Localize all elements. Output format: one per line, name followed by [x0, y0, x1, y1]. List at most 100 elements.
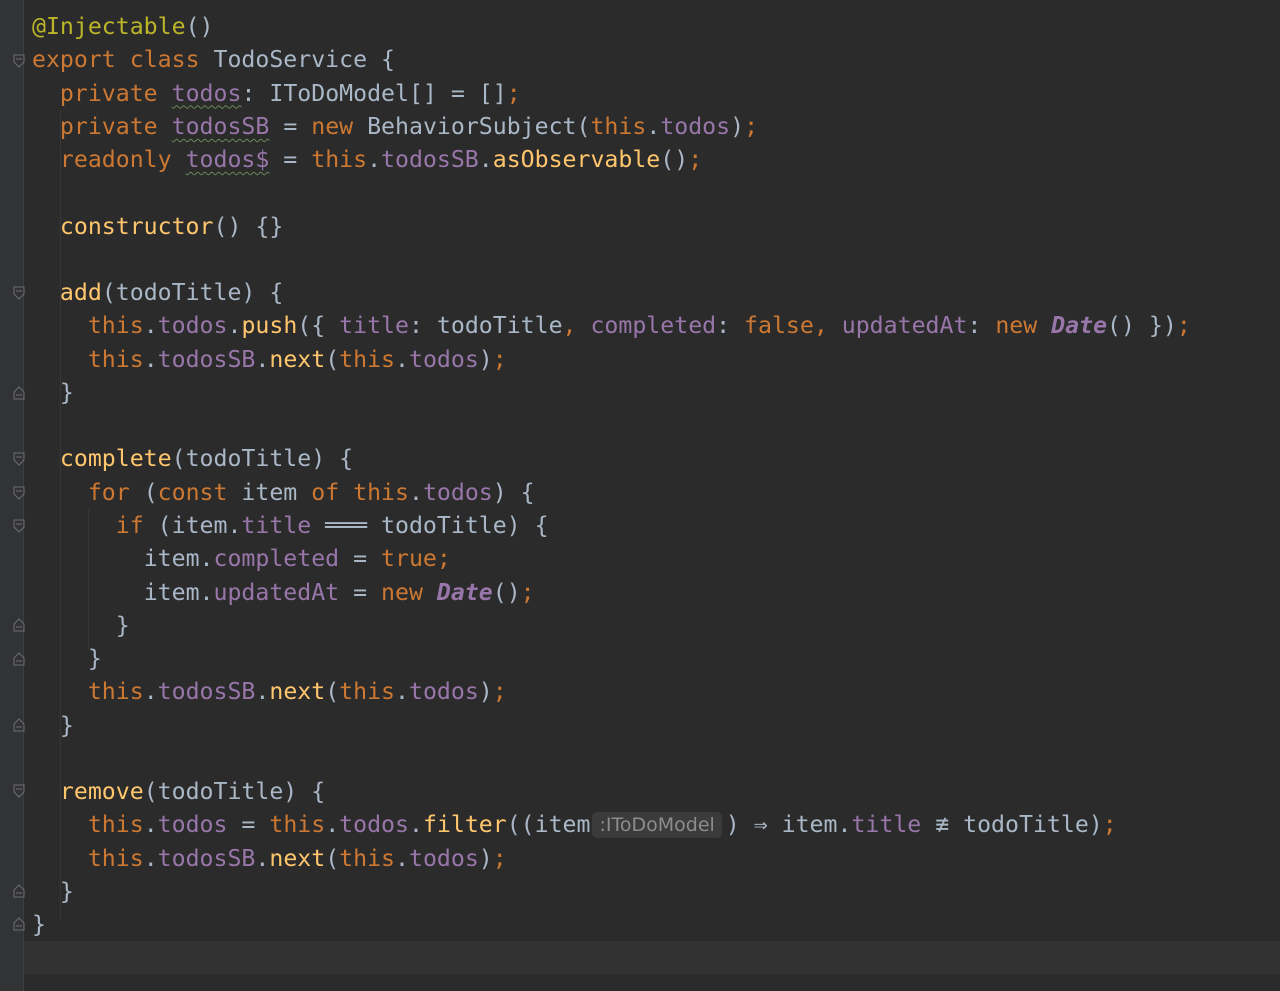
- code-token: ) {: [492, 478, 535, 506]
- field-token: updatedAt: [841, 312, 968, 340]
- code-token: :: [716, 312, 745, 340]
- semicolon-token: ;: [492, 678, 507, 706]
- code-line[interactable]: this.todosSB.next(this.todos);: [32, 343, 1280, 376]
- code-line-empty[interactable]: [32, 409, 1280, 442]
- keyword-token: new: [381, 578, 423, 606]
- code-line[interactable]: item.updatedAt = new Date();: [32, 576, 1280, 609]
- code-line[interactable]: if (item.title ═══ todoTitle) {: [32, 509, 1280, 542]
- code-token: item.: [143, 578, 214, 606]
- code-line[interactable]: }: [32, 875, 1280, 908]
- code-token: () {}: [213, 212, 284, 240]
- semicolon-token: ;: [506, 79, 521, 107]
- code-line[interactable]: }: [32, 609, 1280, 642]
- semicolon-token: ;: [744, 112, 759, 140]
- code-token: .: [395, 345, 409, 373]
- field-token: title: [851, 811, 922, 839]
- code-token: .: [143, 678, 158, 706]
- code-line[interactable]: this.todosSB.next(this.todos);: [32, 842, 1280, 875]
- semicolon-token: ;: [688, 146, 703, 174]
- field-token: todosSB: [157, 345, 256, 373]
- code-token: TodoService {: [199, 46, 396, 74]
- code-token: =: [269, 112, 312, 140]
- keyword-token: this: [87, 345, 144, 373]
- code-token: todoTitle): [963, 811, 1103, 839]
- code-line[interactable]: remove(todoTitle) {: [32, 775, 1280, 808]
- field-token: todosSB: [171, 112, 270, 140]
- brace-token: }: [115, 611, 130, 639]
- code-token: ) ⇒ item.: [725, 811, 852, 839]
- code-token: (todoTitle) {: [101, 279, 284, 307]
- code-token: (): [492, 578, 521, 606]
- keyword-token: true: [381, 545, 437, 573]
- fold-open-icon[interactable]: [13, 452, 25, 466]
- code-line[interactable]: }: [32, 376, 1280, 409]
- code-token: :: [967, 312, 996, 340]
- code-line[interactable]: }: [32, 642, 1280, 675]
- code-token: .: [325, 811, 340, 839]
- fold-open-icon[interactable]: [13, 519, 25, 533]
- code-token: =: [339, 578, 382, 606]
- keyword-token: ,: [562, 312, 591, 340]
- code-token: .: [255, 844, 270, 872]
- code-token: .: [367, 146, 382, 174]
- code-line[interactable]: add(todoTitle) {: [32, 276, 1280, 309]
- code-token: .: [255, 345, 270, 373]
- fold-close-icon[interactable]: [13, 618, 25, 632]
- fold-open-icon[interactable]: [13, 54, 25, 68]
- fold-close-icon[interactable]: [13, 917, 25, 931]
- code-line-empty[interactable]: [32, 176, 1280, 209]
- class-token: Date: [436, 578, 493, 606]
- code-line[interactable]: complete(todoTitle) {: [32, 442, 1280, 475]
- code-line[interactable]: this.todosSB.next(this.todos);: [32, 675, 1280, 708]
- keyword-token: const: [157, 478, 228, 506]
- code-line[interactable]: }: [32, 709, 1280, 742]
- code-line[interactable]: readonly todos$ = this.todosSB.asObserva…: [32, 143, 1280, 176]
- code-line[interactable]: constructor() {}: [32, 210, 1280, 243]
- code-line[interactable]: for (const item of this.todos) {: [32, 476, 1280, 509]
- fold-open-icon[interactable]: [13, 784, 25, 798]
- fold-close-icon[interactable]: [13, 884, 25, 898]
- code-token: =: [227, 811, 270, 839]
- code-token: .: [227, 312, 242, 340]
- field-token: todos: [408, 345, 479, 373]
- field-token: todos: [157, 811, 228, 839]
- fold-open-icon[interactable]: [13, 486, 25, 500]
- keyword-token: this: [339, 345, 396, 373]
- code-line[interactable]: item.completed = true;: [32, 542, 1280, 575]
- code-editor[interactable]: @Injectable() export class TodoService {…: [32, 10, 1280, 941]
- field-token: todos: [422, 478, 493, 506]
- keyword-token: this: [87, 312, 144, 340]
- code-line[interactable]: @Injectable(): [32, 10, 1280, 43]
- operator-token: ≢: [921, 811, 964, 839]
- code-line[interactable]: private todosSB = new BehaviorSubject(th…: [32, 110, 1280, 143]
- field-token: todos: [408, 844, 479, 872]
- code-token: (: [325, 678, 340, 706]
- function-token: next: [269, 844, 326, 872]
- code-line-empty[interactable]: [32, 742, 1280, 775]
- code-line-empty[interactable]: [32, 243, 1280, 276]
- fold-open-icon[interactable]: [13, 286, 25, 300]
- code-line[interactable]: this.todos.push({ title: todoTitle, comp…: [32, 309, 1280, 342]
- current-line-highlight: [24, 941, 1280, 974]
- code-line[interactable]: export class TodoService {: [32, 43, 1280, 76]
- brace-token: }: [59, 711, 74, 739]
- code-token: (item.: [143, 511, 242, 539]
- code-token: : todoTitle: [408, 312, 563, 340]
- fold-close-icon[interactable]: [13, 386, 25, 400]
- keyword-token: this: [590, 112, 647, 140]
- code-line[interactable]: private todos: IToDoModel[] = [];: [32, 77, 1280, 110]
- code-token: .: [408, 811, 423, 839]
- keyword-token: this: [269, 811, 326, 839]
- keyword-token: this: [353, 478, 409, 506]
- field-token: todos: [157, 312, 228, 340]
- fold-close-icon[interactable]: [13, 652, 25, 666]
- code-line[interactable]: this.todos = this.todos.filter((item:ITo…: [32, 808, 1280, 841]
- field-token: title: [241, 511, 312, 539]
- fold-close-icon[interactable]: [13, 718, 25, 732]
- field-token: todos: [660, 112, 731, 140]
- code-line[interactable]: }: [32, 908, 1280, 941]
- semicolon-token: ;: [492, 844, 507, 872]
- semicolon-token: ;: [1102, 811, 1117, 839]
